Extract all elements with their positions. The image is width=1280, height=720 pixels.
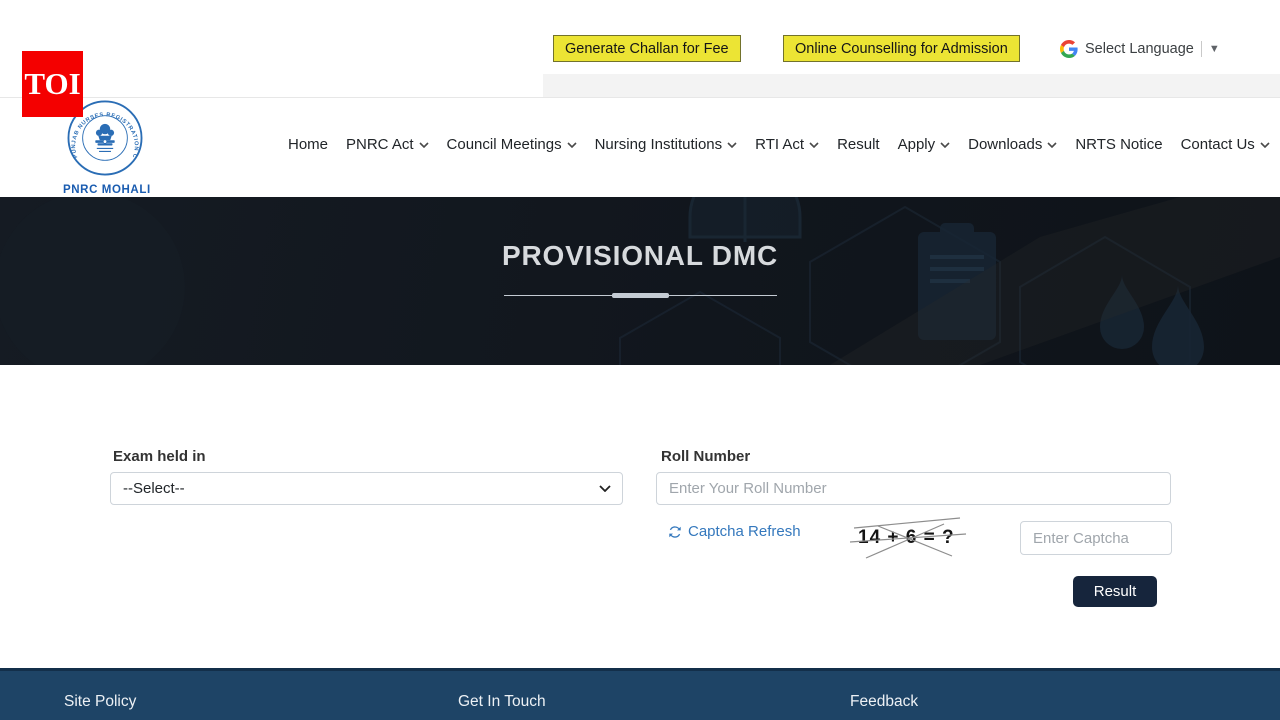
footer: Site Policy Get In Touch Feedback — [0, 668, 1280, 720]
dropdown-arrow-icon[interactable]: ▼ — [1209, 43, 1220, 55]
nav-item[interactable]: NRTS Notice — [1075, 136, 1162, 153]
chevron-down-icon — [1260, 142, 1270, 148]
chevron-down-icon — [567, 142, 577, 148]
nav-item-label: Apply — [898, 136, 936, 153]
captcha-image: 14 + 6 = ? — [848, 514, 970, 562]
footer-feedback-heading: Feedback — [850, 693, 918, 711]
nav-item-label: Nursing Institutions — [595, 136, 723, 153]
nav-item-label: Contact Us — [1181, 136, 1255, 153]
nav-item[interactable]: RTI Act — [755, 136, 819, 153]
nav-item[interactable]: Council Meetings — [447, 136, 577, 153]
footer-site-policy-heading[interactable]: Site Policy — [64, 693, 136, 711]
brand-name: PNRC MOHALI — [63, 184, 147, 196]
nav-item[interactable]: Apply — [898, 136, 951, 153]
chevron-down-icon — [1047, 142, 1057, 148]
title-divider — [504, 292, 777, 299]
roll-number-label: Roll Number — [661, 448, 750, 465]
google-g-icon — [1060, 40, 1078, 58]
generate-challan-button[interactable]: Generate Challan for Fee — [553, 35, 741, 62]
header-divider — [0, 97, 1280, 98]
hero-background-art — [0, 197, 1280, 365]
captcha-refresh-link[interactable]: Captcha Refresh — [668, 523, 801, 540]
chevron-down-icon — [727, 142, 737, 148]
nav-item-label: Home — [288, 136, 328, 153]
result-form: Exam held in --Select-- Roll Number Capt… — [0, 365, 1280, 668]
nav-item[interactable]: Result — [837, 136, 880, 153]
select-language-label[interactable]: Select Language — [1085, 41, 1194, 57]
exam-select[interactable]: --Select-- — [110, 472, 623, 505]
nav-item[interactable]: Contact Us — [1181, 136, 1270, 153]
google-translate-widget[interactable]: Select Language ▼ — [1060, 38, 1220, 60]
footer-get-in-touch-heading: Get In Touch — [458, 693, 546, 711]
refresh-icon — [668, 525, 682, 539]
nav-item-label: Result — [837, 136, 880, 153]
hero-banner: PROVISIONAL DMC — [0, 197, 1280, 365]
nav-item-label: Council Meetings — [447, 136, 562, 153]
topbar-strip — [543, 74, 1280, 98]
chevron-down-icon — [809, 142, 819, 148]
captcha-refresh-label: Captcha Refresh — [688, 523, 801, 540]
topbar: Generate Challan for Fee Online Counsell… — [0, 0, 1280, 97]
online-counselling-button[interactable]: Online Counselling for Admission — [783, 35, 1020, 62]
nav-item-label: Downloads — [968, 136, 1042, 153]
captcha-noise-lines — [848, 514, 970, 562]
chevron-down-icon — [419, 142, 429, 148]
nav-item-label: PNRC Act — [346, 136, 414, 153]
main-nav: Home PNRC Act Council Meetings Nursing I… — [288, 136, 1218, 153]
nav-item-label: NRTS Notice — [1075, 136, 1162, 153]
captcha-input[interactable] — [1020, 521, 1172, 555]
nav-item[interactable]: Home — [288, 136, 328, 153]
exam-held-in-label: Exam held in — [113, 448, 206, 465]
result-submit-button[interactable]: Result — [1073, 576, 1157, 607]
page: Generate Challan for Fee Online Counsell… — [0, 0, 1280, 720]
roll-number-input[interactable] — [656, 472, 1171, 505]
toi-watermark: TOI — [22, 51, 83, 117]
divider — [1201, 41, 1202, 57]
nav-item-label: RTI Act — [755, 136, 804, 153]
chevron-down-icon — [940, 142, 950, 148]
page-title: PROVISIONAL DMC — [0, 240, 1280, 272]
nav-item[interactable]: Downloads — [968, 136, 1057, 153]
nav-item[interactable]: PNRC Act — [346, 136, 429, 153]
nav-item[interactable]: Nursing Institutions — [595, 136, 738, 153]
